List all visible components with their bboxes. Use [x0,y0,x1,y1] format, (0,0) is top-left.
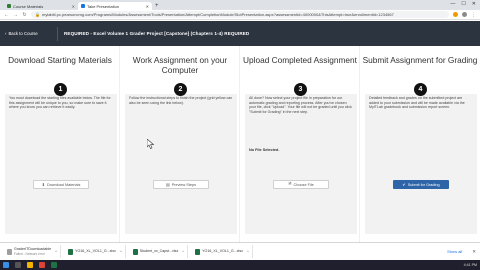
download-name: YO16_XL_VOL1_G...xlsx [202,249,243,254]
step-panel: You must download the starting files ava… [5,94,117,234]
tab-favicon-icon [7,4,11,8]
browser-tab-take-presentation[interactable]: Take Presentation ✕ [78,2,152,10]
download-item[interactable]: Student_xx_Capst...xlsx ^ [130,245,189,258]
tab-close-icon[interactable]: ✕ [72,4,75,9]
step-description: All done? Now select your project file i… [249,96,352,115]
lock-icon: 🔒 [35,12,40,17]
url-input[interactable]: 🔒 mylabitl.pc.pearsoncmg.com/Programs/Mo… [31,11,449,18]
step-download: Download Starting Materials You must dow… [0,46,120,242]
step-number-badge: 3 [294,83,307,96]
download-item[interactable]: GraderITDownloadable Failed - Network er… [4,245,62,258]
download-materials-button[interactable]: ⬇ Download Materials [33,180,89,189]
file-icon: 🗎 [288,181,292,186]
chevron-up-icon[interactable]: ^ [120,249,122,254]
excel-file-icon [195,248,201,255]
download-item[interactable]: YO16_XL_VOL1_G...xlsx ^ [65,245,126,258]
header-divider [57,26,58,41]
os-taskbar: 4:41 PM [0,260,480,270]
step-number-badge: 4 [414,83,427,96]
step-panel: All done? Now select your project file i… [245,94,357,234]
download-name: Student_xx_Capst...xlsx [139,249,179,254]
step-title: Work Assignment on your Computer [132,55,228,75]
tab-close-icon[interactable]: ✕ [146,4,149,9]
step-title: Upload Completed Assignment [243,55,357,65]
mouse-cursor-icon [147,139,155,149]
download-status: Failed - Network error [14,251,45,256]
button-label: Submit for Grading [407,182,440,187]
step-number-badge: 2 [174,83,187,96]
minimize-icon[interactable]: — [450,1,455,7]
chrome-icon[interactable] [39,262,45,268]
search-icon[interactable] [15,262,21,268]
step-number-badge: 1 [54,83,67,96]
forward-arrow-icon[interactable]: → [13,12,18,18]
step-title: Submit Assignment for Grading [362,55,478,65]
step-panel: Follow the instructional steps to finish… [125,94,237,234]
profile-icon[interactable] [462,12,467,17]
step-submit: Submit Assignment for Grading Detailed f… [360,46,480,242]
extension-icon[interactable] [453,12,458,17]
step-title: Download Starting Materials [8,55,112,65]
chevron-up-icon[interactable]: ^ [247,249,249,254]
window-controls: — ☐ ✕ [450,1,476,7]
excel-file-icon [68,248,74,255]
assignment-title: REQUIRED - Excel Volume 1 Grader Project… [64,31,250,36]
back-arrow-icon[interactable]: ← [4,12,9,18]
browser-tab-course-materials[interactable]: Course Materials ✕ [4,2,78,10]
excel-file-icon [132,248,138,255]
preview-icon: ▤ [165,182,170,187]
address-bar: ← → ↻ 🔒 mylabitl.pc.pearsoncmg.com/Progr… [0,10,480,20]
excel-icon[interactable] [51,262,57,268]
file-explorer-icon[interactable] [27,262,33,268]
download-name: YO16_XL_VOL1_G...xlsx [75,249,116,254]
download-item[interactable]: YO16_XL_VOL1_G...xlsx ^ [192,245,253,258]
show-all-downloads-link[interactable]: Show all [447,249,462,254]
step-description: Detailed feedback and grades on the subm… [369,96,465,110]
reload-icon[interactable]: ↻ [22,12,27,18]
url-text: mylabitl.pc.pearsoncmg.com/Programs/Modu… [41,12,394,17]
back-to-course-label: Back to Course [8,31,38,36]
browser-tab-strip: Course Materials ✕ Take Presentation ✕ +… [0,0,480,10]
tab-favicon-icon [81,4,85,8]
tab-title: Course Materials [13,3,44,9]
screen: Course Materials ✕ Take Presentation ✕ +… [0,0,480,270]
menu-dots-icon[interactable]: ⋮ [471,12,476,18]
button-label: Preview Steps [171,182,197,187]
close-window-icon[interactable]: ✕ [472,1,476,7]
step-description: Follow the instructional steps to finish… [129,96,233,105]
back-to-course-link[interactable]: ‹ Back to Course [5,31,57,36]
chevron-up-icon[interactable]: ^ [55,249,57,254]
maximize-icon[interactable]: ☐ [461,1,465,7]
choose-file-button[interactable]: 🗎 Choose File [273,180,329,189]
chevron-left-icon: ‹ [5,31,7,36]
button-label: Download Materials [47,182,81,187]
close-downloads-icon[interactable]: ✕ [472,249,476,255]
file-status: No File Selected. [249,148,280,152]
app-header: ‹ Back to Course REQUIRED - Excel Volume… [0,21,480,46]
download-icon: ⬇ [41,182,45,187]
tab-title: Take Presentation [87,3,120,9]
submit-icon: ✔ [402,182,406,187]
step-description: You must download the starting files ava… [9,96,111,110]
downloads-bar: GraderITDownloadable Failed - Network er… [0,242,480,260]
taskbar-clock: 4:41 PM [463,263,477,267]
steps-container: Download Starting Materials You must dow… [0,46,480,242]
step-panel: Detailed feedback and grades on the subm… [365,94,477,234]
start-icon[interactable] [3,262,9,268]
submit-for-grading-button[interactable]: ✔ Submit for Grading [393,180,449,189]
new-tab-icon[interactable]: + [155,3,159,9]
button-label: Choose File [293,182,314,187]
chevron-up-icon[interactable]: ^ [182,249,184,254]
step-work: Work Assignment on your Computer Follow … [120,46,240,242]
step-upload: Upload Completed Assignment All done? No… [240,46,360,242]
file-icon [7,248,12,255]
preview-steps-button[interactable]: ▤ Preview Steps [153,180,209,189]
